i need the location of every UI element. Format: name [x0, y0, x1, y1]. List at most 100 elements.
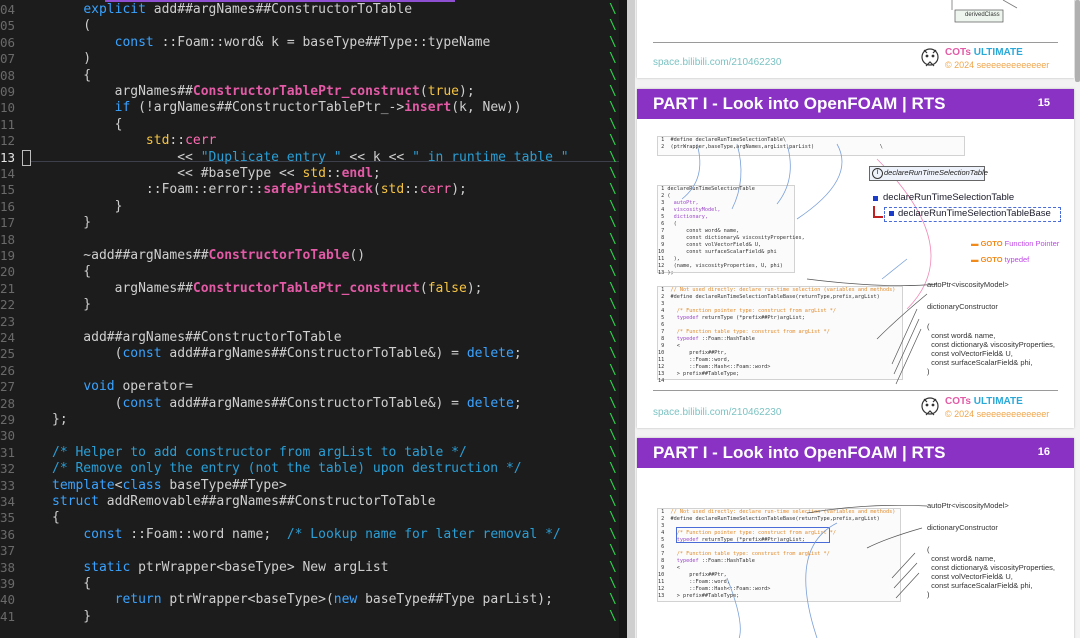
pdf-viewer[interactable]: derivedClass space.bilibili.com/21046223…	[635, 0, 1080, 638]
annotation-label: dictionaryConstructor	[927, 523, 998, 532]
continuation-slash: \	[609, 444, 617, 460]
code-line[interactable]: << #baseType << std::endl;	[52, 166, 381, 182]
code-line[interactable]: {	[52, 510, 60, 526]
code-line[interactable]: argNames##ConstructorTablePtr_construct(…	[52, 281, 483, 297]
line-number: 14	[0, 166, 16, 181]
line-number: 27	[0, 379, 16, 395]
line-number: 25	[0, 346, 16, 362]
line-number: 21	[0, 280, 16, 296]
code-line[interactable]: };	[52, 412, 68, 428]
code-line[interactable]: if (!argNames##ConstructorTablePtr_->ins…	[52, 100, 522, 116]
continuation-slash: \	[609, 133, 617, 149]
footer-rule	[653, 42, 1058, 43]
code-line[interactable]: {	[52, 68, 91, 84]
viewer-scrollbar[interactable]	[1075, 0, 1080, 82]
split-divider[interactable]	[619, 0, 627, 638]
line-number: 39	[0, 576, 16, 591]
code-line[interactable]: struct addRemovable##argNames##Construct…	[52, 494, 436, 510]
code-line[interactable]: (	[52, 18, 91, 34]
footer-url: space.bilibili.com/210462230	[653, 407, 782, 418]
mascot-logo	[921, 48, 939, 67]
code-line[interactable]: << "Duplicate entry " << k << " in runti…	[52, 150, 568, 166]
brand-name: COTs ULTIMATE	[945, 396, 1023, 407]
code-line[interactable]: /* Remove only the entry (not the table)…	[52, 461, 522, 477]
code-line[interactable]: {	[52, 117, 123, 133]
continuation-slash: \	[609, 280, 617, 296]
continuation-slash: \	[609, 576, 617, 591]
code-line[interactable]: static ptrWrapper<baseType> New argList	[52, 560, 388, 576]
code-line[interactable]: ~add##argNames##ConstructorToTable()	[52, 248, 365, 264]
line-number: 24	[0, 330, 16, 345]
code-line[interactable]: {	[52, 264, 91, 280]
footer-url: space.bilibili.com/210462230	[653, 57, 782, 68]
mascot-logo	[921, 397, 939, 416]
goto-link[interactable]: ▬ GOTO Function Pointer	[971, 239, 1059, 248]
continuation-slash: \	[609, 248, 617, 263]
line-continuation-markers: \ \ \ \ \ \ \ \ \ \ \ \ \ \ \ \ \ \ \ \ \ \ \ \ \ \ \ \ \ \ \ \ \ \ \ \ \ \	[606, 0, 619, 638]
code-line[interactable]: argNames##ConstructorTablePtr_construct(…	[52, 84, 475, 100]
interface-icon: I	[872, 168, 883, 179]
line-number: 04	[0, 2, 16, 17]
continuation-slash: \	[609, 461, 617, 477]
code-line[interactable]: std::cerr	[52, 133, 216, 149]
continuation-slash: \	[609, 215, 617, 231]
continuation-slash: \	[609, 231, 617, 247]
code-line[interactable]: explicit add##argNames##ConstructorToTab…	[52, 2, 412, 18]
code-line[interactable]: void operator=	[52, 379, 193, 395]
continuation-slash: \	[609, 67, 617, 83]
bullet-subtitle: declareRunTimeSelectionTableBase	[898, 208, 1051, 219]
continuation-slash: \	[609, 149, 617, 165]
continuation-slash: \	[609, 182, 617, 198]
continuation-slash: \	[609, 51, 617, 67]
brand-cots: COTs	[945, 396, 971, 407]
line-number: 13	[0, 149, 16, 165]
code-line[interactable]: {	[52, 576, 91, 592]
code-line[interactable]: }	[52, 297, 91, 313]
bullet-square	[889, 211, 894, 216]
code-line[interactable]: template<class baseType##Type>	[52, 478, 287, 494]
continuation-slash: \	[609, 494, 617, 509]
slide-14: derivedClass space.bilibili.com/21046223…	[637, 0, 1074, 78]
line-number: 19	[0, 248, 16, 263]
continuation-slash: \	[609, 428, 617, 444]
line-number: 06	[0, 34, 16, 50]
code-editor[interactable]: explicit add##argNames##ConstructorToTab…	[0, 0, 619, 638]
code-line[interactable]: }	[52, 215, 91, 231]
code-line[interactable]: }	[52, 199, 123, 215]
slide-title: PART I - Look into OpenFOAM | RTS	[653, 94, 946, 113]
line-number: 37	[0, 543, 16, 559]
code-line[interactable]: (const add##argNames##ConstructorToTable…	[52, 346, 522, 362]
line-number: 17	[0, 215, 16, 231]
code-line[interactable]: )	[52, 51, 91, 67]
code-line[interactable]: }	[52, 609, 91, 625]
line-number: 07	[0, 51, 16, 67]
goto-link[interactable]: ▬ GOTO typedef	[971, 255, 1029, 264]
line-number: 09	[0, 84, 16, 99]
code-line[interactable]: add##argNames##ConstructorToTable	[52, 330, 341, 346]
line-number: 16	[0, 198, 16, 214]
code-line[interactable]: return ptrWrapper<baseType>(new baseType…	[52, 592, 553, 608]
line-number: 36	[0, 526, 16, 542]
code-line[interactable]: /* Helper to add constructor from argLis…	[52, 445, 467, 461]
line-number: 20	[0, 264, 16, 280]
continuation-slash: \	[609, 477, 617, 493]
continuation-slash: \	[609, 379, 617, 395]
continuation-slash: \	[609, 264, 617, 280]
line-number: 41	[0, 608, 16, 624]
brand-ultimate: ULTIMATE	[973, 396, 1023, 407]
annotation-args: ( const word& name, const dictionary& vi…	[927, 545, 1055, 599]
continuation-slash: \	[609, 526, 617, 542]
annotation-label: dictionaryConstructor	[927, 302, 998, 311]
continuation-slash: \	[609, 34, 617, 50]
code-line[interactable]: const ::Foam::word& k = baseType##Type::…	[52, 35, 491, 51]
code-line[interactable]: ::Foam::error::safePrintStack(std::cerr)…	[52, 182, 467, 198]
line-number: 33	[0, 477, 16, 493]
line-number: 29	[0, 412, 16, 427]
code-line[interactable]: (const add##argNames##ConstructorToTable…	[52, 396, 522, 412]
line-number: 30	[0, 428, 16, 444]
continuation-slash: \	[609, 313, 617, 329]
code-line[interactable]: const ::Foam::word name; /* Lookup name …	[52, 527, 560, 543]
continuation-slash: \	[609, 510, 617, 526]
annotation-label: autoPtr<viscosityModel>	[927, 501, 1009, 510]
continuation-slash: \	[609, 346, 617, 362]
